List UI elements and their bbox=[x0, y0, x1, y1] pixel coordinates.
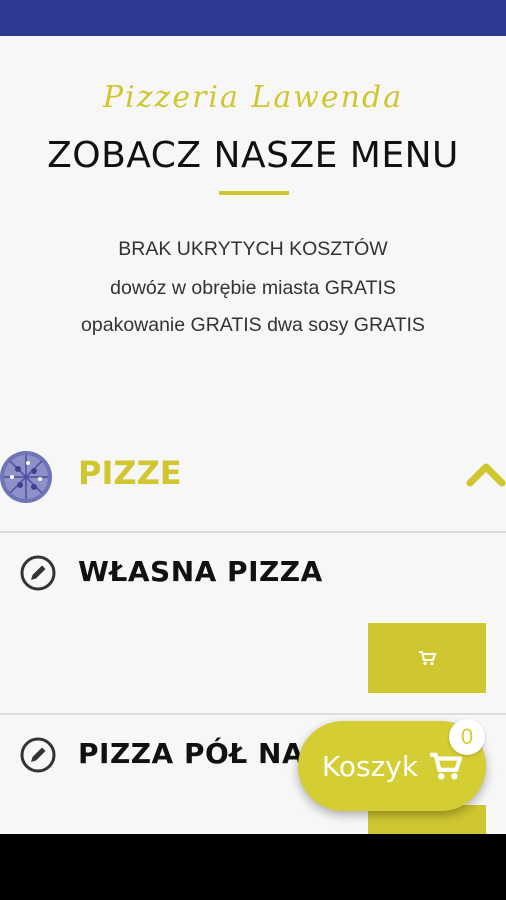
cart-count-badge: 0 bbox=[449, 719, 485, 755]
cart-icon bbox=[430, 752, 463, 780]
item-name: WŁASNA PIZZA bbox=[78, 555, 323, 588]
edit-icon bbox=[20, 737, 56, 773]
category-label: PIZZE bbox=[78, 454, 182, 492]
title-underline bbox=[219, 191, 289, 195]
category-header-pizze[interactable]: PIZZE bbox=[0, 437, 506, 531]
brand-logo-text: Pizzeria Lawenda bbox=[102, 80, 404, 115]
info-line-packaging: opakowanie GRATIS dwa sosy GRATIS bbox=[81, 314, 425, 336]
cart-icon bbox=[419, 651, 436, 666]
navigation-bar bbox=[0, 834, 506, 900]
add-to-cart-button[interactable] bbox=[368, 623, 486, 693]
list-item[interactable]: WŁASNA PIZZA bbox=[0, 533, 506, 713]
page-title: ZOBACZ NASZE MENU bbox=[47, 135, 459, 176]
pizza-icon bbox=[0, 451, 52, 503]
info-line-delivery: dowóz w obrębie miasta GRATIS bbox=[110, 277, 396, 299]
info-line-costs: BRAK UKRYTYCH KOSZTÓW bbox=[118, 238, 388, 260]
edit-icon bbox=[20, 555, 56, 591]
status-bar bbox=[0, 0, 506, 36]
cart-label: Koszyk bbox=[321, 749, 419, 783]
chevron-up-icon[interactable] bbox=[466, 459, 506, 489]
